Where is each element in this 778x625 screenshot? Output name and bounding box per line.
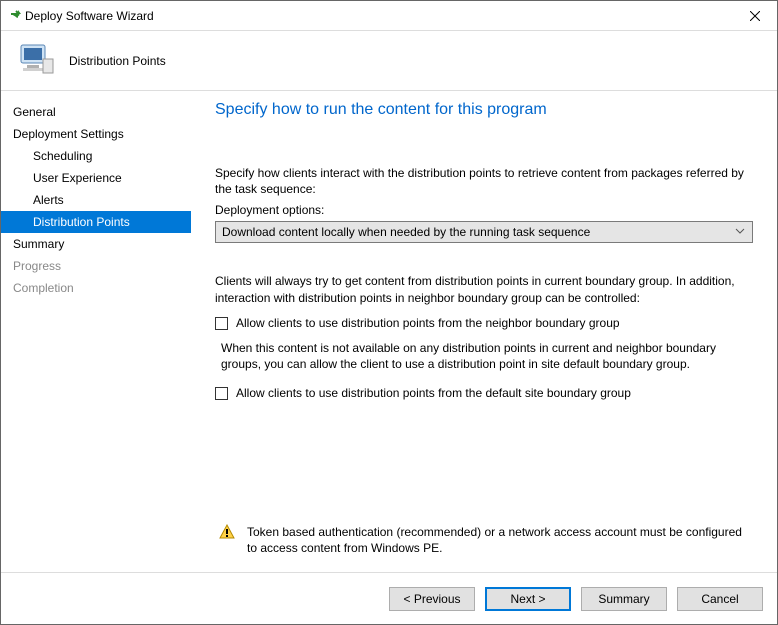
- intro-text: Specify how clients interact with the di…: [215, 165, 753, 197]
- checkbox-default[interactable]: [215, 387, 228, 400]
- window-title: Deploy Software Wizard: [25, 9, 732, 23]
- wizard-sidebar: General Deployment Settings Scheduling U…: [1, 91, 191, 572]
- warning-icon: [219, 524, 235, 543]
- close-button[interactable]: [732, 1, 777, 31]
- title-arrow-icon: [9, 6, 25, 25]
- cancel-button[interactable]: Cancel: [677, 587, 763, 611]
- checkbox-default-label: Allow clients to use distribution points…: [236, 386, 631, 400]
- previous-button[interactable]: < Previous: [389, 587, 475, 611]
- wizard-footer: < Previous Next > Summary Cancel: [1, 572, 777, 624]
- header-title: Distribution Points: [69, 54, 166, 68]
- wizard-content: Specify how to run the content for this …: [191, 91, 777, 572]
- warning-row: Token based authentication (recommended)…: [215, 524, 753, 572]
- deployment-options-label: Deployment options:: [215, 203, 753, 217]
- deployment-options-value: Download content locally when needed by …: [222, 225, 590, 239]
- wizard-body: General Deployment Settings Scheduling U…: [1, 91, 777, 572]
- checkbox-default-row[interactable]: Allow clients to use distribution points…: [215, 386, 753, 400]
- sidebar-item-distribution-points[interactable]: Distribution Points: [1, 211, 191, 233]
- sidebar-item-progress: Progress: [1, 255, 191, 277]
- page-title: Specify how to run the content for this …: [215, 101, 753, 119]
- checkbox-neighbor[interactable]: [215, 317, 228, 330]
- sidebar-item-general[interactable]: General: [1, 101, 191, 123]
- chevron-down-icon: [734, 225, 746, 240]
- sidebar-item-alerts[interactable]: Alerts: [1, 189, 191, 211]
- title-bar: Deploy Software Wizard: [1, 1, 777, 31]
- summary-button[interactable]: Summary: [581, 587, 667, 611]
- fallback-text: When this content is not available on an…: [215, 340, 753, 372]
- deployment-options-combo[interactable]: Download content locally when needed by …: [215, 221, 753, 243]
- sidebar-item-summary[interactable]: Summary: [1, 233, 191, 255]
- sidebar-item-user-experience[interactable]: User Experience: [1, 167, 191, 189]
- sidebar-item-deployment-settings[interactable]: Deployment Settings: [1, 123, 191, 145]
- boundary-group-text: Clients will always try to get content f…: [215, 273, 753, 305]
- sidebar-item-scheduling[interactable]: Scheduling: [1, 145, 191, 167]
- sidebar-item-completion: Completion: [1, 277, 191, 299]
- wizard-header: Distribution Points: [1, 31, 777, 91]
- checkbox-neighbor-row[interactable]: Allow clients to use distribution points…: [215, 316, 753, 330]
- next-button[interactable]: Next >: [485, 587, 571, 611]
- checkbox-neighbor-label: Allow clients to use distribution points…: [236, 316, 620, 330]
- wizard-window: Deploy Software Wizard Distribution Poin…: [0, 0, 778, 625]
- computer-icon: [15, 39, 55, 82]
- warning-text: Token based authentication (recommended)…: [247, 524, 753, 556]
